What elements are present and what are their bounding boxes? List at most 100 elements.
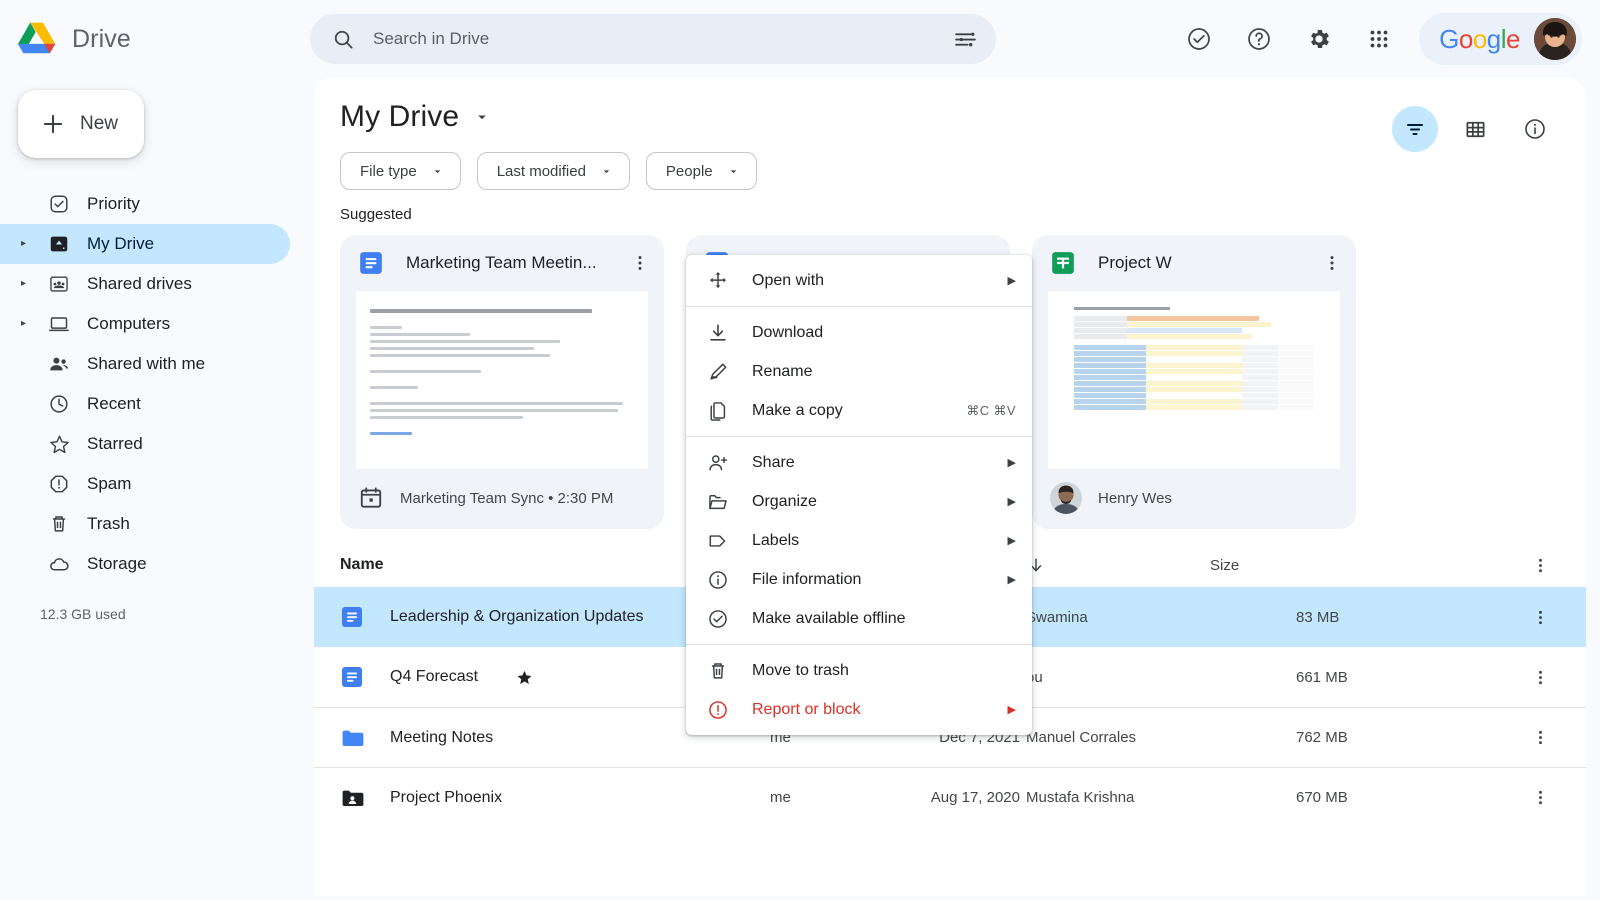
suggested-card[interactable]: Marketing Team Meetin... (340, 235, 664, 529)
sidebar-nav: Priority ▸ My Drive ▸ (0, 184, 310, 584)
menu-item-report-or-block[interactable]: Report or block ▶ (686, 690, 1032, 729)
plus-icon (40, 111, 66, 137)
sheet-preview (1048, 291, 1340, 427)
menu-item-organize[interactable]: Organize ▶ (686, 482, 1032, 521)
menu-item-labels[interactable]: Labels ▶ (686, 521, 1032, 560)
more-vert-icon[interactable] (1531, 668, 1550, 687)
more-vert-icon[interactable] (1531, 556, 1550, 575)
google-docs-icon (340, 665, 364, 689)
suggested-card[interactable]: Project W (1032, 235, 1356, 529)
star-icon (47, 432, 71, 456)
menu-item-download[interactable]: Download (686, 313, 1032, 352)
chip-last-modified[interactable]: Last modified (477, 152, 630, 190)
menu-item-open-with[interactable]: Open with ▶ (686, 261, 1032, 300)
more-vert-icon[interactable] (1322, 253, 1342, 273)
brand-area[interactable]: Drive (0, 20, 310, 58)
page-title[interactable]: My Drive (340, 100, 1392, 134)
menu-item-label: Share (752, 454, 986, 472)
account-chip[interactable]: Google (1419, 13, 1582, 65)
menu-item-share[interactable]: Share ▶ (686, 443, 1032, 482)
menu-item-label: Download (752, 324, 1016, 342)
row-menu-button[interactable] (1410, 728, 1560, 747)
row-menu-button[interactable] (1410, 668, 1560, 687)
chip-file-type[interactable]: File type (340, 152, 461, 190)
title-area: My Drive File type Last modified (340, 100, 1392, 190)
filter-list-button[interactable] (1392, 106, 1438, 152)
chevron-down-icon (600, 165, 613, 178)
card-header: Project W (1032, 235, 1356, 291)
expand-caret-icon[interactable]: ▸ (21, 239, 31, 249)
priority-check-icon (47, 192, 71, 216)
person-add-icon (706, 451, 730, 475)
expand-caret-icon[interactable]: ▸ (21, 319, 31, 329)
file-name-cell[interactable]: Project Phoenix (340, 786, 770, 810)
sidebar-item-computers[interactable]: ▸ Computers (0, 304, 290, 344)
table-header-menu[interactable] (1410, 556, 1560, 575)
more-vert-icon[interactable] (1531, 788, 1550, 807)
storage-used-label: 12.3 GB used (40, 606, 310, 622)
file-size: 661 MB (1210, 669, 1410, 686)
expand-caret-icon[interactable]: ▸ (21, 279, 31, 289)
menu-divider (686, 644, 1032, 645)
menu-item-label: Labels (752, 532, 986, 550)
chevron-down-icon (727, 165, 740, 178)
avatar (1050, 482, 1082, 514)
table-row[interactable]: Project Phoenix me Aug 17, 2020 Mustafa … (314, 767, 1586, 827)
arrow-down-icon (1026, 555, 1210, 575)
app-name: Drive (72, 25, 131, 54)
gear-icon[interactable] (1297, 17, 1341, 61)
folder-icon (340, 726, 364, 750)
menu-item-file-information[interactable]: File information ▶ (686, 560, 1032, 599)
menu-item-move-to-trash[interactable]: Move to trash (686, 651, 1032, 690)
new-button[interactable]: New (18, 90, 144, 158)
help-icon[interactable] (1237, 17, 1281, 61)
new-button-label: New (80, 113, 118, 135)
more-vert-icon[interactable] (1531, 728, 1550, 747)
sidebar-item-shared-drives[interactable]: ▸ Shared drives (0, 264, 290, 304)
sidebar-item-shared-with-me[interactable]: Shared with me (0, 344, 290, 384)
search-bar[interactable]: Search in Drive (310, 14, 996, 64)
trash-icon (47, 512, 71, 536)
file-size: 670 MB (1210, 789, 1410, 806)
sidebar-item-spam[interactable]: Spam (0, 464, 290, 504)
menu-item-label: Make a copy (752, 402, 944, 420)
file-modified-by: Swamina (1020, 609, 1210, 626)
pencil-icon (706, 360, 730, 384)
cloud-icon (47, 552, 71, 576)
row-menu-button[interactable] (1410, 608, 1560, 627)
details-button[interactable] (1512, 106, 1558, 152)
file-name: Project Phoenix (390, 789, 502, 807)
more-vert-icon[interactable] (1531, 608, 1550, 627)
sidebar-item-label: Shared drives (87, 274, 192, 294)
chip-people[interactable]: People (646, 152, 757, 190)
sidebar-item-priority[interactable]: Priority (0, 184, 290, 224)
card-footer: Marketing Team Sync • 2:30 PM (340, 469, 664, 527)
column-header-size[interactable]: Size (1210, 557, 1410, 574)
more-vert-icon[interactable] (630, 253, 650, 273)
avatar[interactable] (1534, 18, 1576, 60)
search-input[interactable]: Search in Drive (373, 29, 935, 49)
column-header-sort-arrow[interactable] (1020, 555, 1210, 575)
file-name: Meeting Notes (390, 729, 493, 747)
file-size: 83 MB (1210, 609, 1410, 626)
menu-item-make-a-copy[interactable]: Make a copy ⌘C ⌘V (686, 391, 1032, 430)
grid-view-button[interactable] (1452, 106, 1498, 152)
sidebar-item-storage[interactable]: Storage (0, 544, 290, 584)
sidebar-item-trash[interactable]: Trash (0, 504, 290, 544)
star-filled-icon[interactable] (516, 669, 533, 686)
apps-grid-icon[interactable] (1357, 17, 1401, 61)
offline-check-icon[interactable] (1177, 17, 1221, 61)
menu-item-rename[interactable]: Rename (686, 352, 1032, 391)
row-menu-button[interactable] (1410, 788, 1560, 807)
sidebar-item-recent[interactable]: Recent (0, 384, 290, 424)
menu-item-label: Rename (752, 363, 1016, 381)
menu-item-make-available-offline[interactable]: Make available offline (686, 599, 1032, 638)
sidebar-item-starred[interactable]: Starred (0, 424, 290, 464)
file-modified-by: Manuel Corrales (1020, 729, 1210, 746)
chevron-down-icon[interactable] (473, 108, 491, 126)
move-arrows-icon (706, 269, 730, 293)
context-menu[interactable]: Open with ▶ Download Rename (686, 255, 1032, 735)
menu-divider (686, 306, 1032, 307)
tune-icon[interactable] (953, 27, 978, 52)
sidebar-item-my-drive[interactable]: ▸ My Drive (0, 224, 290, 264)
